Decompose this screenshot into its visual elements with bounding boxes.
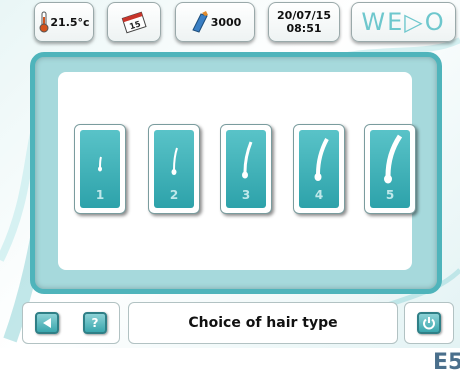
power-panel bbox=[404, 302, 454, 344]
back-arrow-icon bbox=[43, 318, 51, 328]
help-icon: ? bbox=[91, 316, 99, 330]
shot-counter-value: 3000 bbox=[210, 15, 242, 29]
hair-type-1-button[interactable]: 1 bbox=[74, 124, 126, 214]
handpiece-icon bbox=[191, 11, 208, 33]
navigation-panel: ? bbox=[22, 302, 120, 344]
tile-face: 1 bbox=[80, 130, 120, 208]
tile-face: 2 bbox=[154, 130, 194, 208]
back-button[interactable] bbox=[35, 312, 59, 334]
hair-type-2-button[interactable]: 2 bbox=[148, 124, 200, 214]
power-button[interactable] bbox=[417, 312, 441, 334]
calendar-button[interactable]: 15 bbox=[107, 2, 161, 42]
hair-type-3-label: 3 bbox=[241, 188, 251, 202]
shot-counter-chip: 3000 bbox=[175, 2, 255, 42]
device-screen: 21.5°c 15 3000 20/07/15 08:51 WE▷O 1 2 3… bbox=[0, 0, 460, 348]
screen-title: Choice of hair type bbox=[128, 302, 398, 344]
hair-type-4-button[interactable]: 4 bbox=[293, 124, 345, 214]
calendar-icon: 15 bbox=[121, 11, 147, 34]
date-time-chip: 20/07/15 08:51 bbox=[268, 2, 340, 42]
hair-type-options: 1 2 3 4 5 bbox=[74, 124, 424, 216]
tile-face: 5 bbox=[370, 130, 410, 208]
status-bar: 21.5°c 15 3000 20/07/15 08:51 WE▷O bbox=[0, 0, 460, 42]
thermometer-icon bbox=[39, 11, 49, 33]
temperature-value: 21.5°c bbox=[50, 15, 90, 29]
hair-type-3-button[interactable]: 3 bbox=[220, 124, 272, 214]
hair-type-2-label: 2 bbox=[169, 188, 179, 202]
time-value: 08:51 bbox=[286, 22, 322, 35]
tile-face: 4 bbox=[299, 130, 339, 208]
bottom-bar: ? Choice of hair type bbox=[0, 296, 460, 348]
hair-type-5-button[interactable]: 5 bbox=[364, 124, 416, 214]
tile-face: 3 bbox=[226, 130, 266, 208]
hair-type-5-label: 5 bbox=[385, 188, 395, 202]
brand-logo: WE▷O bbox=[361, 8, 446, 36]
brand-logo-chip: WE▷O bbox=[351, 2, 456, 42]
date-value: 20/07/15 bbox=[277, 9, 331, 22]
figure-code: E5 bbox=[433, 350, 460, 375]
hair-type-1-label: 1 bbox=[95, 188, 105, 202]
temperature-chip: 21.5°c bbox=[34, 2, 94, 42]
screen-title-text: Choice of hair type bbox=[188, 315, 338, 331]
help-button[interactable]: ? bbox=[83, 312, 107, 334]
hair-type-4-label: 4 bbox=[314, 188, 324, 202]
power-icon bbox=[423, 317, 435, 330]
